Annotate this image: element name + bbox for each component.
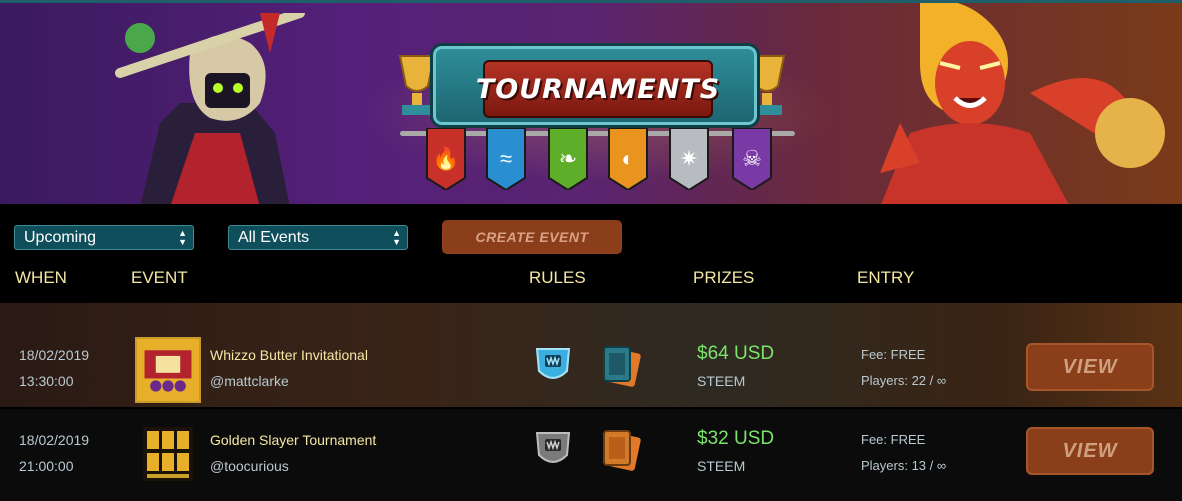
event-time: 21:00:00	[19, 458, 74, 474]
entry-players: Players: 22 / ∞	[861, 373, 947, 388]
view-button[interactable]: VIEW	[1026, 343, 1154, 391]
cards-rule-icon	[603, 430, 641, 471]
fire-icon: 🔥	[432, 146, 460, 171]
column-header-entry: ENTRY	[857, 268, 915, 287]
shield-rule-icon	[535, 348, 571, 379]
water-icon: ≈	[499, 146, 513, 171]
entry-players: Players: 13 / ∞	[861, 458, 947, 473]
table-row: 18/02/2019 13:30:00 Whizzo Butter Invita…	[0, 303, 1182, 407]
shield-rule-icon	[535, 432, 571, 463]
column-header-prizes: PRIZES	[693, 268, 755, 287]
event-time: 13:30:00	[19, 373, 74, 389]
view-button[interactable]: VIEW	[1026, 427, 1154, 475]
fire-demon-character-illustration	[880, 3, 1165, 204]
entry-fee: Fee: FREE	[861, 432, 926, 447]
dragon-element-flag: ✷	[668, 127, 710, 192]
event-thumbnail[interactable]	[135, 337, 201, 403]
cards-rule-icon	[603, 346, 641, 387]
status-filter-select[interactable]: Upcoming ▲ ▼	[14, 225, 194, 250]
death-element-flag: ☠	[731, 127, 773, 192]
prize-amount: $64 USD	[697, 343, 775, 364]
prize-amount: $32 USD	[697, 428, 775, 449]
select-arrows-icon: ▲ ▼	[178, 228, 187, 247]
column-header-event: EVENT	[131, 268, 188, 287]
dragon-icon: ✷	[679, 146, 699, 171]
events-filter-value: All Events	[238, 229, 310, 246]
event-name-link[interactable]: Whizzo Butter Invitational	[210, 347, 368, 363]
select-arrows-icon: ▲ ▼	[392, 228, 401, 247]
water-element-flag: ≈	[485, 127, 527, 192]
event-organizer[interactable]: @toocurious	[210, 458, 289, 474]
column-header-rules: RULES	[529, 268, 586, 287]
earth-element-flag: ❧	[547, 127, 589, 192]
event-date: 18/02/2019	[19, 347, 90, 363]
status-filter-value: Upcoming	[24, 229, 97, 246]
life-element-flag: ◐	[607, 127, 649, 192]
prize-currency: STEEM	[697, 458, 746, 474]
table-row: 18/02/2019 21:00:00 Golden Slayer Tourna…	[0, 409, 1182, 501]
fire-element-flag: 🔥	[425, 127, 467, 192]
column-header-when: WHEN	[15, 268, 67, 287]
entry-fee: Fee: FREE	[861, 347, 926, 362]
tournaments-banner: TOURNAMENTS 🔥 ≈ ❧ ◐ ✷ ☠	[0, 0, 1182, 204]
death-icon: ☠	[742, 146, 762, 171]
earth-icon: ❧	[558, 146, 578, 171]
life-icon: ◐	[621, 146, 635, 171]
prize-currency: STEEM	[697, 373, 746, 389]
event-organizer[interactable]: @mattclarke	[210, 373, 289, 389]
tournaments-title-board: TOURNAMENTS	[430, 43, 760, 128]
page-title: TOURNAMENTS	[475, 73, 721, 105]
event-thumbnail[interactable]	[143, 427, 193, 481]
event-name-link[interactable]: Golden Slayer Tournament	[210, 432, 376, 448]
event-date: 18/02/2019	[19, 432, 90, 448]
events-filter-select[interactable]: All Events ▲ ▼	[228, 225, 408, 250]
skeleton-character-illustration	[115, 13, 305, 204]
create-event-button[interactable]: CREATE EVENT	[442, 220, 622, 254]
